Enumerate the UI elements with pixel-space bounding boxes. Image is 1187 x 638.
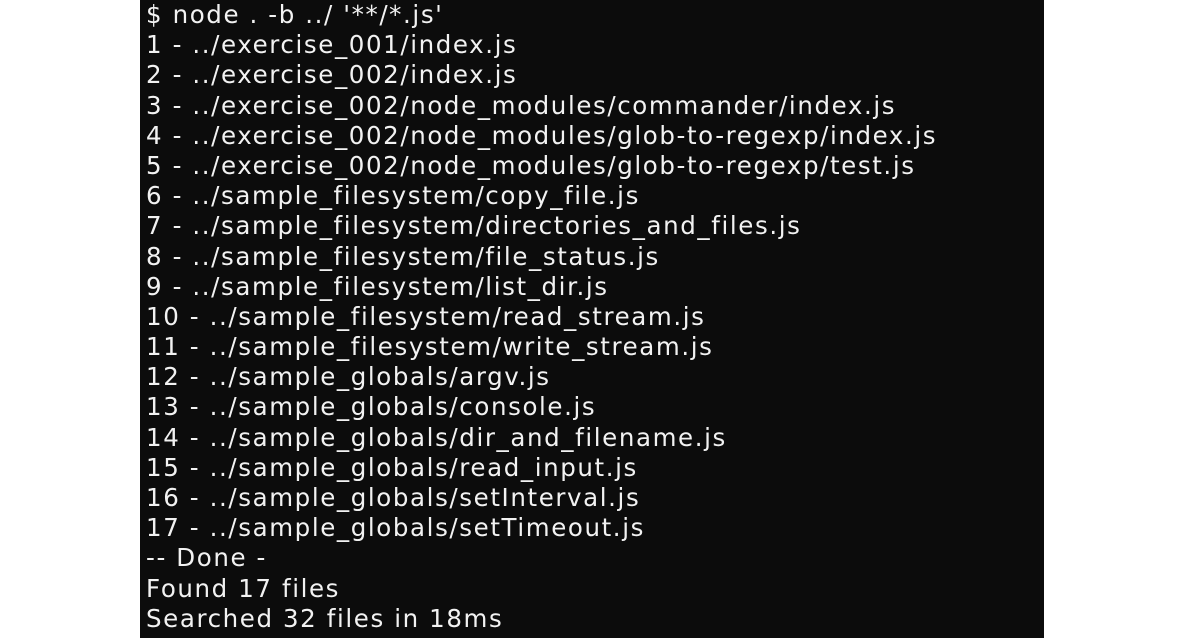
output-line-15: 15 - ../sample_globals/read_input.js [146, 452, 638, 482]
output-line-2: 2 - ../exercise_002/index.js [146, 60, 518, 90]
output-line-9: 9 - ../sample_filesystem/list_dir.js [146, 271, 609, 301]
done-message: -- Done - [146, 543, 267, 573]
command-prompt-line: $ node . -b ../ '**/*.js' [146, 0, 444, 29]
terminal-window[interactable]: $ node . -b ../ '**/*.js' 1 - ../exercis… [140, 0, 1044, 638]
output-line-6: 6 - ../sample_filesystem/copy_file.js [146, 181, 640, 211]
output-line-14: 14 - ../sample_globals/dir_and_filename.… [146, 422, 727, 452]
output-line-7: 7 - ../sample_filesystem/directories_and… [146, 211, 802, 241]
output-line-17: 17 - ../sample_globals/setTimeout.js [146, 513, 645, 543]
output-line-1: 1 - ../exercise_001/index.js [146, 30, 518, 60]
output-line-8: 8 - ../sample_filesystem/file_status.js [146, 241, 660, 271]
output-line-11: 11 - ../sample_filesystem/write_stream.j… [146, 332, 714, 362]
output-line-4: 4 - ../exercise_002/node_modules/glob-to… [146, 120, 938, 150]
output-line-3: 3 - ../exercise_002/node_modules/command… [146, 90, 897, 120]
output-line-12: 12 - ../sample_globals/argv.js [146, 362, 551, 392]
output-line-16: 16 - ../sample_globals/setInterval.js [146, 483, 641, 512]
output-line-10: 10 - ../sample_filesystem/read_stream.js [146, 301, 706, 331]
output-line-13: 13 - ../sample_globals/console.js [146, 392, 597, 422]
terminal-output: $ node . -b ../ '**/*.js' 1 - ../exercis… [140, 0, 1044, 634]
output-line-5: 5 - ../exercise_002/node_modules/glob-to… [146, 150, 916, 180]
found-summary: Found 17 files [146, 573, 341, 603]
searched-summary: Searched 32 files in 18ms [146, 603, 504, 633]
